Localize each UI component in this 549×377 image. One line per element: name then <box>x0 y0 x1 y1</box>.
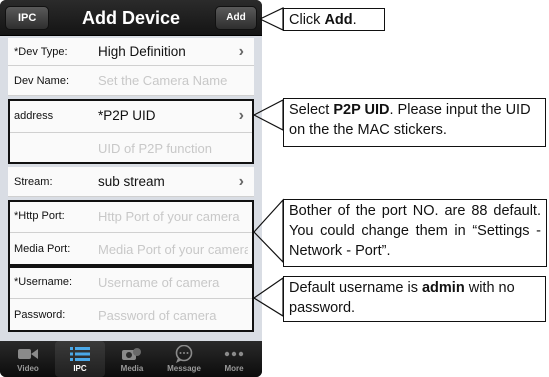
callout-p2p-prefix: Select <box>289 102 334 118</box>
callout-add: Click Add. <box>283 8 385 31</box>
callout-user-prefix: Default username is <box>289 280 422 296</box>
callout-add-bold: Add <box>324 12 353 28</box>
callout-port-text: Bother of the port NO. are 88 default. Y… <box>289 203 541 259</box>
callout-p2p-bold: P2P UID <box>333 102 390 118</box>
callout-add-suffix: . <box>352 12 357 28</box>
callout-add-prefix: Click <box>289 12 325 28</box>
callout-port: Bother of the port NO. are 88 default. Y… <box>283 199 547 267</box>
callout-username: Default username is admin with no passwo… <box>283 276 546 322</box>
callout-user-bold: admin <box>421 280 465 296</box>
callout-p2p: Select P2P UID. Please input the UID on … <box>283 98 546 147</box>
